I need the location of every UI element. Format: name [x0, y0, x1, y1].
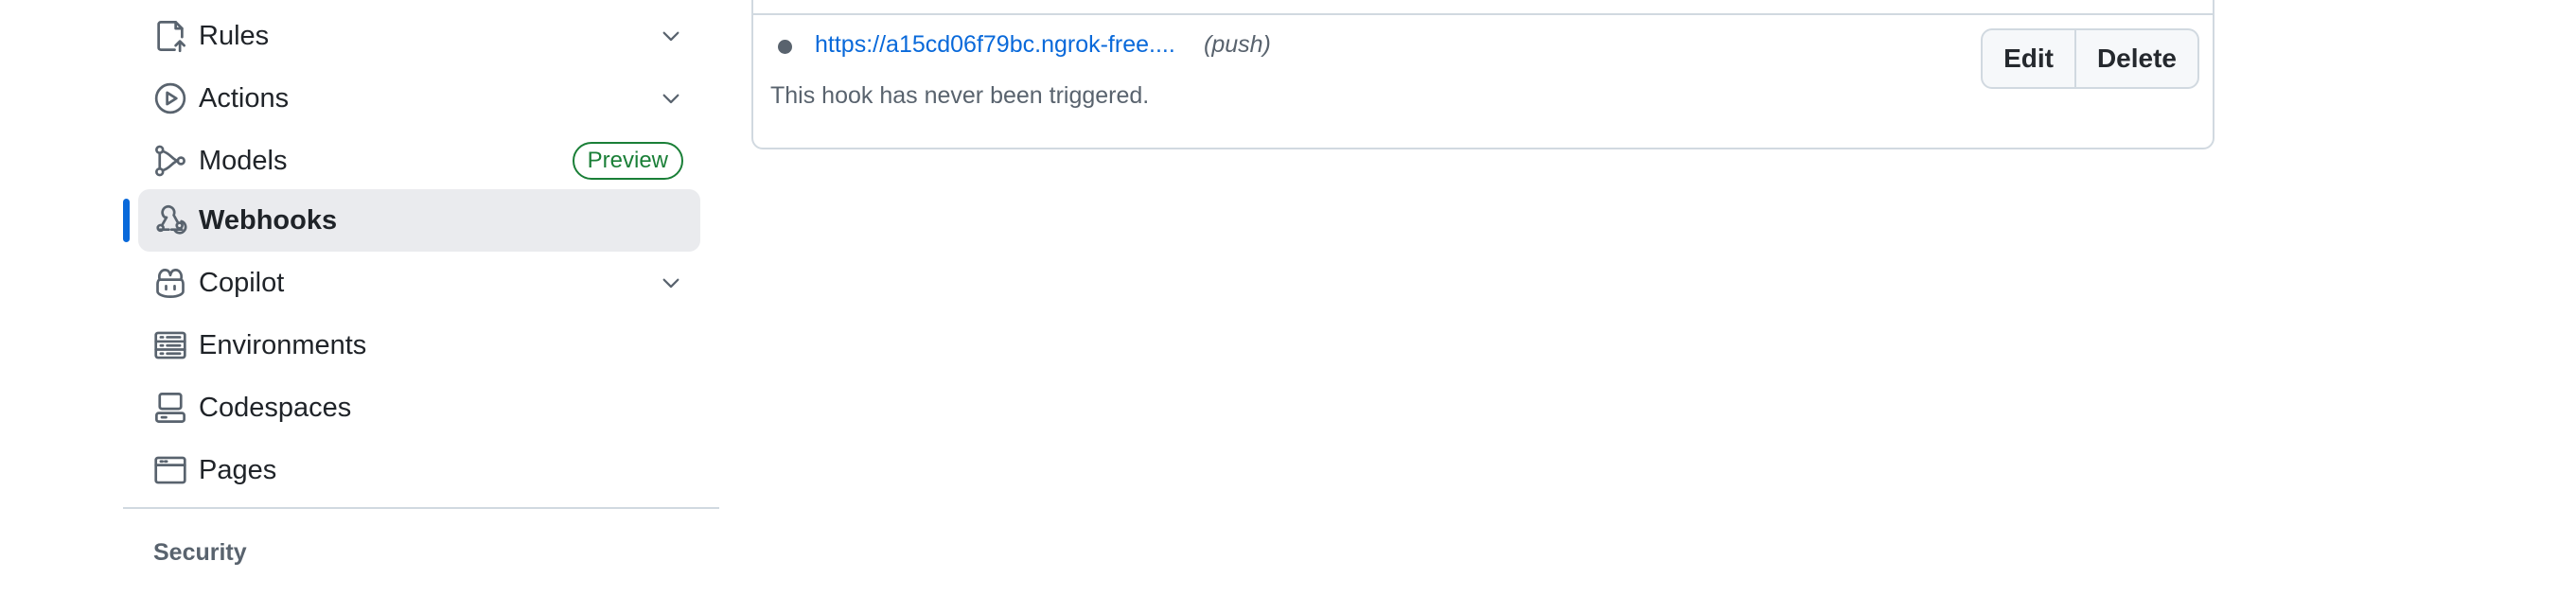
sidebar-item-label: Models [199, 146, 288, 176]
sidebar-item-label: Actions [199, 83, 290, 114]
sidebar-item-label: Environments [199, 330, 367, 360]
models-icon [153, 144, 187, 178]
sidebar-item-label: Codespaces [199, 393, 352, 423]
preview-badge: Preview [572, 142, 683, 180]
sidebar-item-models[interactable]: Models Preview [138, 130, 700, 192]
play-icon [153, 81, 187, 115]
sidebar-divider [123, 507, 719, 509]
server-icon [153, 328, 187, 362]
sidebar-item-copilot[interactable]: Copilot [138, 252, 700, 314]
rules-icon [153, 19, 187, 53]
status-dot-icon [778, 40, 792, 54]
sidebar-item-rules[interactable]: Rules [138, 5, 700, 67]
chevron-down-icon[interactable] [659, 86, 683, 111]
sidebar-item-label: Rules [199, 21, 270, 51]
chevron-down-icon[interactable] [659, 271, 683, 295]
sidebar-item-label: Copilot [199, 268, 285, 298]
webhook-icon [153, 203, 187, 237]
webhook-status-text: This hook has never been triggered. [770, 82, 1150, 109]
webhook-actions: Edit Delete [1981, 28, 2199, 89]
webhook-events: (push) [1204, 31, 1271, 58]
delete-button[interactable]: Delete [2075, 28, 2199, 89]
browser-icon [153, 453, 187, 487]
edit-button[interactable]: Edit [1981, 28, 2076, 89]
sidebar-item-environments[interactable]: Environments [138, 314, 700, 377]
sidebar-item-webhooks[interactable]: Webhooks [138, 189, 700, 252]
sidebar-section-heading: Security [153, 539, 247, 566]
settings-sidebar: Rules Actions Models Preview Webhooks Co… [123, 0, 719, 596]
divider [753, 13, 2213, 15]
sidebar-item-label: Pages [199, 455, 277, 485]
sidebar-item-actions[interactable]: Actions [138, 67, 700, 130]
webhook-url-link[interactable]: https://a15cd06f79bc.ngrok-free.... [815, 28, 1175, 61]
active-item-indicator [123, 199, 130, 242]
codespaces-icon [153, 391, 187, 425]
sidebar-item-label: Webhooks [199, 205, 338, 236]
sidebar-item-codespaces[interactable]: Codespaces [138, 377, 700, 439]
webhook-list-item: https://a15cd06f79bc.ngrok-free.... (pus… [751, 0, 2214, 149]
sidebar-item-pages[interactable]: Pages [138, 439, 700, 501]
copilot-icon [153, 266, 187, 300]
chevron-down-icon[interactable] [659, 24, 683, 48]
